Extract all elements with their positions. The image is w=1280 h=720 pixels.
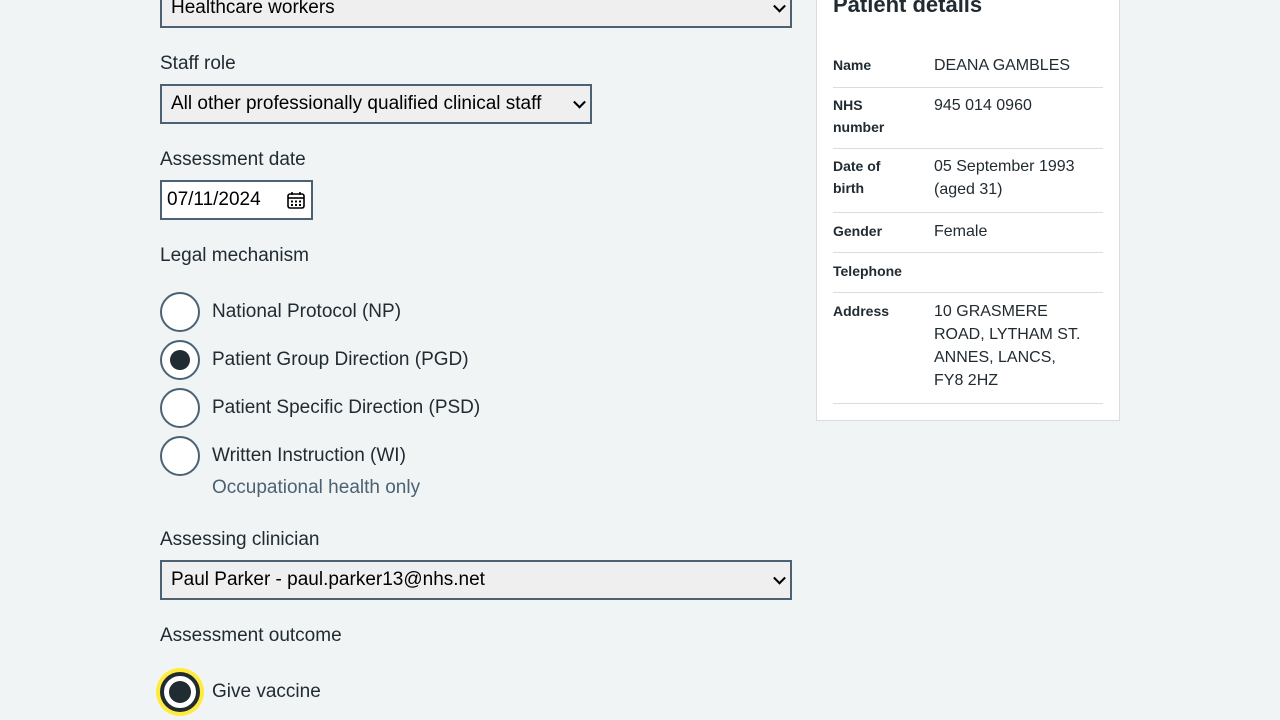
patient-details-panel: Patient details Name DEANA GAMBLES NHS n… <box>816 0 1120 421</box>
summary-row-gender: Gender Female <box>833 212 1103 253</box>
summary-row-nhs-number: NHS number 945 014 0960 <box>833 87 1103 149</box>
assessment-date-value: 07/11/2024 <box>167 189 261 210</box>
radio-label: Patient Specific Direction (PSD) <box>212 397 481 418</box>
radio-label: National Protocol (NP) <box>212 301 402 322</box>
summary-row-address: Address 10 GRASMERE ROAD, LYTHAM ST. ANN… <box>833 292 1103 404</box>
assessing-clinician-value: Paul Parker - paul.parker13@nhs.net <box>171 569 485 590</box>
summary-row-date-of-birth: Date of birth 05 September 1993 (aged 31… <box>833 148 1103 213</box>
radio-option-national-protocol[interactable]: National Protocol (NP) <box>160 292 401 332</box>
assessment-outcome-label: Assessment outcome <box>160 625 342 646</box>
radio-input[interactable] <box>160 292 200 332</box>
summary-row-name: Name DEANA GAMBLES <box>833 45 1103 88</box>
summary-value: 05 September 1993 (aged 31) <box>934 158 1075 198</box>
summary-row-telephone: Telephone <box>833 252 1103 293</box>
staff-role-value: All other professionally qualified clini… <box>171 93 542 114</box>
summary-value: Female <box>934 223 988 240</box>
radio-label: Written Instruction (WI) <box>212 445 406 466</box>
calendar-icon[interactable] <box>287 191 305 209</box>
radio-option-patient-group-direction[interactable]: Patient Group Direction (PGD) <box>160 340 469 380</box>
assessment-date-input[interactable]: 07/11/2024 <box>160 180 313 220</box>
summary-key: NHS number <box>833 97 885 135</box>
summary-value: 945 014 0960 <box>934 97 1032 114</box>
radio-input[interactable] <box>160 388 200 428</box>
radio-label: Give vaccine <box>212 681 321 702</box>
summary-key: Telephone <box>833 263 902 279</box>
summary-value: DEANA GAMBLES <box>934 57 1071 74</box>
summary-key: Date of birth <box>833 158 881 196</box>
summary-value: 10 GRASMERE ROAD, LYTHAM ST. ANNES, LANC… <box>934 303 1081 389</box>
radio-option-give-vaccine[interactable]: Give vaccine <box>160 672 321 712</box>
legal-mechanism-label: Legal mechanism <box>160 245 309 266</box>
chevron-down-icon <box>573 95 586 109</box>
assessment-date-label: Assessment date <box>160 149 306 170</box>
staff-group-select[interactable]: Healthcare workers <box>160 0 792 28</box>
staff-group-value: Healthcare workers <box>171 0 335 18</box>
radio-hint: Occupational health only <box>212 477 421 498</box>
staff-role-label: Staff role <box>160 53 236 74</box>
radio-input[interactable] <box>160 340 200 380</box>
radio-label: Patient Group Direction (PGD) <box>212 349 469 370</box>
summary-key: Gender <box>833 223 883 239</box>
radio-input[interactable] <box>160 436 200 476</box>
chevron-down-icon <box>773 0 786 13</box>
summary-key: Name <box>833 57 872 73</box>
patient-details-title: Patient details <box>833 0 983 17</box>
staff-role-select[interactable]: All other professionally qualified clini… <box>160 84 592 124</box>
chevron-down-icon <box>773 571 786 585</box>
radio-option-patient-specific-direction[interactable]: Patient Specific Direction (PSD) <box>160 388 480 428</box>
radio-option-written-instruction[interactable]: Written Instruction (WI) <box>160 436 406 476</box>
summary-key: Address <box>833 303 890 319</box>
radio-input[interactable] <box>160 672 200 712</box>
assessing-clinician-select[interactable]: Paul Parker - paul.parker13@nhs.net <box>160 560 792 600</box>
assessing-clinician-label: Assessing clinician <box>160 529 320 550</box>
